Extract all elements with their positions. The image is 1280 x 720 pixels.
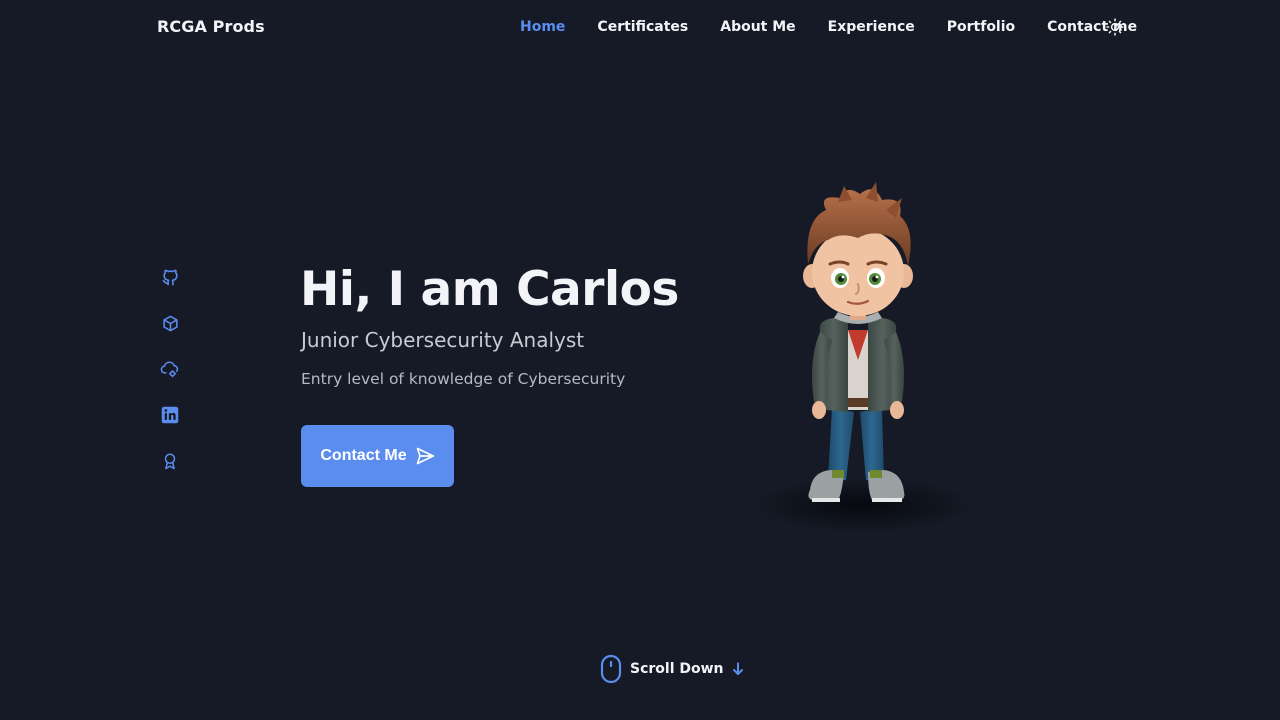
arrow-down-icon xyxy=(732,662,743,675)
header: RCGA Prods Home Certificates About Me Ex… xyxy=(0,0,1280,54)
main-nav: Home Certificates About Me Experience Po… xyxy=(520,17,1169,37)
social-links xyxy=(160,267,180,497)
hero-subtitle: Junior Cybersecurity Analyst xyxy=(301,328,585,352)
cloud-link[interactable] xyxy=(160,359,180,379)
cloud-icon xyxy=(160,360,179,377)
sun-icon xyxy=(1106,18,1124,36)
linkedin-link[interactable] xyxy=(160,405,180,425)
avatar-illustration xyxy=(748,180,978,540)
linkedin-icon xyxy=(161,406,179,424)
cube-icon xyxy=(162,315,178,331)
nav-certificates[interactable]: Certificates xyxy=(597,17,688,37)
contact-me-label: Contact Me xyxy=(320,447,407,464)
nav-experience[interactable]: Experience xyxy=(828,17,915,37)
page: RCGA Prods Home Certificates About Me Ex… xyxy=(0,0,1280,720)
award-link[interactable] xyxy=(160,451,180,471)
hero-description: Entry level of knowledge of Cybersecurit… xyxy=(301,370,626,388)
theme-toggle-button[interactable] xyxy=(1105,17,1125,37)
github-icon xyxy=(162,269,178,285)
send-icon xyxy=(416,447,434,465)
contact-me-button[interactable]: Contact Me xyxy=(301,425,454,487)
github-link[interactable] xyxy=(160,267,180,287)
mouse-icon xyxy=(600,654,622,684)
nav-portfolio[interactable]: Portfolio xyxy=(947,17,1015,37)
hero-title: Hi, I am Carlos xyxy=(300,262,679,317)
cube-link[interactable] xyxy=(160,313,180,333)
scroll-down-link[interactable]: Scroll Down xyxy=(600,654,744,684)
scroll-down-label: Scroll Down xyxy=(630,661,724,677)
award-icon xyxy=(164,453,176,470)
nav-about-me[interactable]: About Me xyxy=(720,17,795,37)
nav-home[interactable]: Home xyxy=(520,17,565,37)
logo[interactable]: RCGA Prods xyxy=(157,17,265,36)
